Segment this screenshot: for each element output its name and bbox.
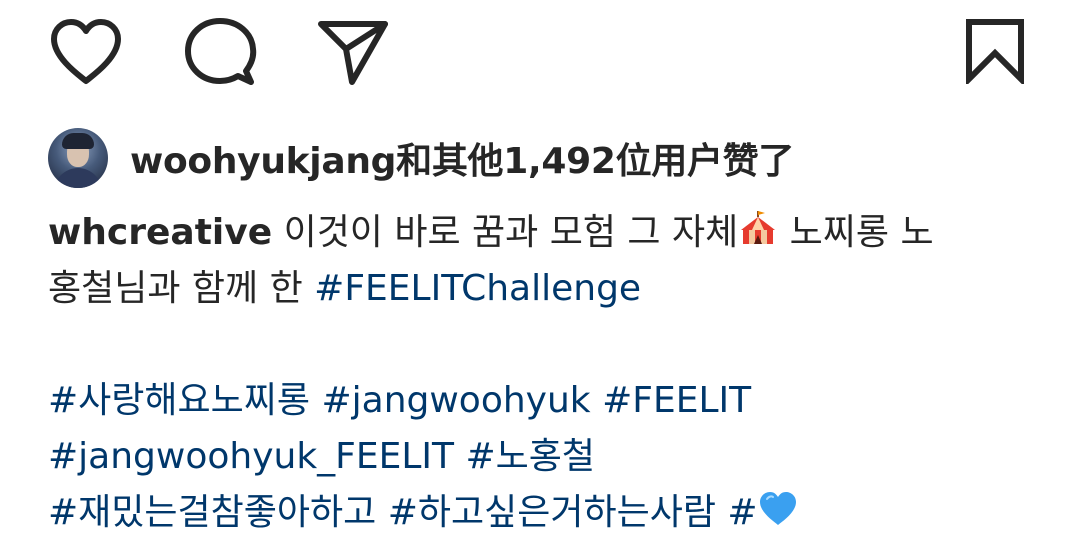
speech-bubble-icon[interactable] [183, 16, 257, 88]
hashtag-link[interactable]: #jangwoohyuk [321, 380, 590, 421]
avatar[interactable] [48, 128, 108, 188]
post-caption: whcreative 이것이 바로 꿈과 모험 그 자체 노찌롱 노 홍철님과 … [48, 205, 1048, 541]
caption-text: 홍철님과 함께 한 [48, 268, 315, 309]
caption-line-1: whcreative 이것이 바로 꿈과 모험 그 자체 노찌롱 노 [48, 205, 1048, 261]
hashtag-link[interactable]: #jangwoohyuk_FEELIT [48, 436, 454, 477]
circus-tent-icon [738, 208, 778, 265]
likes-summary: woohyukjang和其他1,492位用户赞了 [48, 127, 794, 189]
caption-line-6: #재밌는걸참좋아하고 #하고싶은거하는사람 # [48, 485, 1048, 541]
hashtag-link[interactable]: # [727, 492, 797, 533]
caption-line-4: #사랑해요노찌롱 #jangwoohyuk #FEELIT [48, 373, 1048, 429]
hashtag-link[interactable]: #재밌는걸참좋아하고 [48, 492, 376, 533]
caption-text: 노찌롱 노 [778, 212, 934, 253]
likes-text: woohyukjang和其他1,492位用户赞了 [130, 132, 794, 184]
hashtag-link[interactable]: #노홍철 [466, 436, 596, 477]
hashtag-prefix: # [727, 492, 758, 533]
hashtag-link[interactable]: #사랑해요노찌롱 [48, 380, 310, 421]
paper-plane-icon[interactable] [316, 18, 390, 86]
author-username[interactable]: whcreative [48, 212, 272, 253]
heart-icon[interactable] [50, 18, 122, 86]
liker-username[interactable]: woohyukjang [130, 141, 396, 182]
hashtag-link[interactable]: #FEELITChallenge [314, 268, 641, 309]
caption-line-5: #jangwoohyuk_FEELIT #노홍철 [48, 429, 1048, 485]
likes-count-text[interactable]: 和其他1,492位用户赞了 [396, 141, 794, 182]
bookmark-icon[interactable] [963, 18, 1027, 84]
caption-line-2: 홍철님과 함께 한 #FEELITChallenge [48, 261, 1048, 317]
hashtag-link[interactable]: #FEELIT [602, 380, 751, 421]
blue-heart-icon [758, 489, 798, 545]
caption-text: 이것이 바로 꿈과 모험 그 자체 [272, 212, 739, 253]
hashtag-link[interactable]: #하고싶은거하는사람 [388, 492, 716, 533]
post-action-bar [0, 0, 1080, 110]
